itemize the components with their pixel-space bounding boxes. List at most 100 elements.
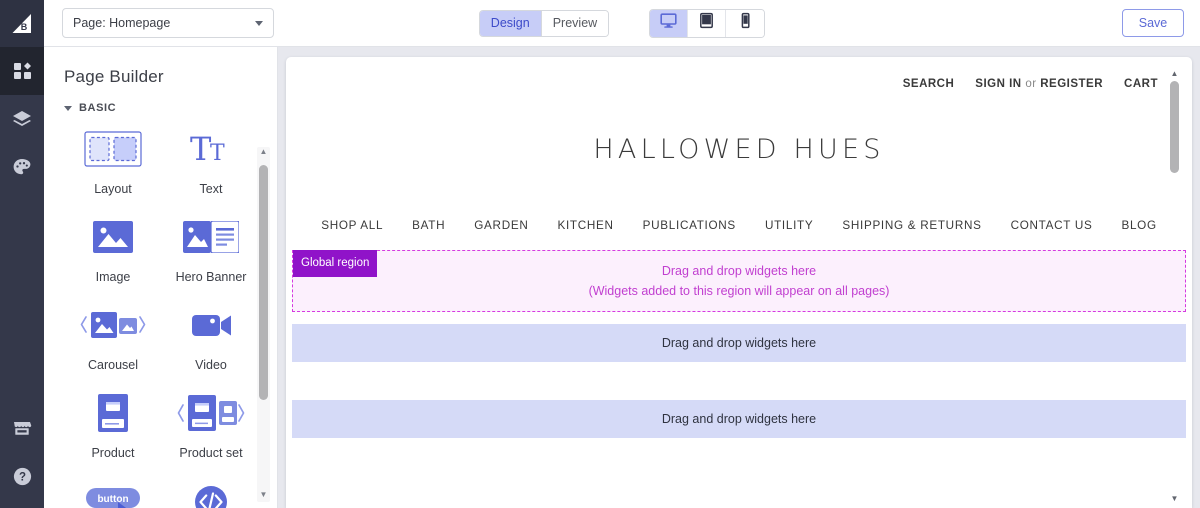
layout-columns-icon <box>84 124 142 174</box>
nav-item-shipping-returns[interactable]: SHIPPING & RETURNS <box>842 219 981 232</box>
top-toolbar: Page: Homepage Design Preview <box>44 0 1200 47</box>
region-spacer <box>286 312 1192 324</box>
rail-item-widgets[interactable] <box>0 47 44 95</box>
rail-item-help[interactable]: ? <box>0 452 44 500</box>
storefront-register-link[interactable]: REGISTER <box>1040 78 1103 90</box>
storefront-utility-nav: SEARCH SIGN IN or REGISTER CART <box>286 57 1192 90</box>
widget-item-video[interactable]: Video <box>162 300 260 372</box>
tab-preview[interactable]: Preview <box>542 11 608 36</box>
layers-icon <box>12 109 32 129</box>
svg-text:T: T <box>210 141 225 166</box>
storefront-main-nav: SHOP ALL BATH GARDEN KITCHEN PUBLICATION… <box>286 165 1192 250</box>
nav-item-garden[interactable]: GARDEN <box>474 219 528 232</box>
storefront-signin-link[interactable]: SIGN IN <box>975 78 1021 90</box>
widget-grid: Layout T T Text <box>64 124 260 508</box>
nav-item-shop-all[interactable]: SHOP ALL <box>321 219 383 232</box>
widget-item-product[interactable]: Product <box>64 388 162 460</box>
widget-label: Product <box>91 446 134 460</box>
scroll-down-arrow-icon[interactable]: ▼ <box>260 490 268 502</box>
main-column: Page: Homepage Design Preview <box>44 0 1200 508</box>
scrollbar-track[interactable] <box>1168 81 1181 494</box>
storefront-search-link[interactable]: SEARCH <box>903 78 955 90</box>
dropzone-2[interactable]: Drag and drop widgets here <box>292 400 1186 438</box>
widget-item-layout[interactable]: Layout <box>64 124 162 196</box>
widget-group-basic[interactable]: BASIC <box>64 99 277 124</box>
nav-item-publications[interactable]: PUBLICATIONS <box>643 219 736 232</box>
widget-item-image[interactable]: Image <box>64 212 162 284</box>
scrollbar-track[interactable] <box>257 159 270 490</box>
widget-item-text[interactable]: T T Text <box>162 124 260 196</box>
palette-icon <box>12 157 32 177</box>
widget-item-carousel[interactable]: Carousel <box>64 300 162 372</box>
widget-label: Hero Banner <box>176 270 247 284</box>
tablet-icon <box>698 12 715 34</box>
scroll-up-arrow-icon[interactable]: ▲ <box>260 147 268 159</box>
tab-design[interactable]: Design <box>480 11 542 36</box>
widget-label: Carousel <box>88 358 138 372</box>
svg-text:?: ? <box>18 471 25 483</box>
product-set-icon <box>175 388 247 438</box>
preview-canvas: SEARCH SIGN IN or REGISTER CART HALLOWED… <box>278 47 1200 508</box>
storefront-brand-title: HALLOWED HUES <box>286 90 1192 165</box>
global-region-dropzone[interactable]: Global region Drag and drop widgets here… <box>292 250 1186 312</box>
svg-text:button: button <box>97 494 128 505</box>
svg-text:B: B <box>21 22 28 32</box>
html-code-icon <box>191 476 231 508</box>
widget-panel: Page Builder BASIC <box>44 47 278 508</box>
widget-label: Image <box>96 270 131 284</box>
rail-item-theme-styles[interactable] <box>0 143 44 191</box>
text-tt-icon: T T <box>188 124 234 174</box>
workspace: Page Builder BASIC <box>44 47 1200 508</box>
storefront-cart-link[interactable]: CART <box>1124 78 1158 90</box>
nav-item-bath[interactable]: BATH <box>412 219 445 232</box>
nav-item-utility[interactable]: UTILITY <box>765 219 813 232</box>
image-icon <box>93 212 133 262</box>
mode-toggle: Design Preview <box>479 10 609 37</box>
nav-item-blog[interactable]: BLOG <box>1121 219 1156 232</box>
storefront-account-links: SIGN IN or REGISTER <box>975 78 1103 90</box>
device-toggle <box>649 9 765 38</box>
scroll-up-arrow-icon[interactable]: ▲ <box>1171 69 1179 81</box>
rail-item-storefront[interactable] <box>0 404 44 452</box>
widget-label: Product set <box>179 446 242 460</box>
chevron-down-icon <box>255 21 263 26</box>
widget-list-scroll-area: BASIC Layout <box>44 99 277 508</box>
page-select-dropdown[interactable]: Page: Homepage <box>62 8 274 38</box>
widget-item-html[interactable] <box>162 476 260 508</box>
device-mobile-button[interactable] <box>726 10 764 37</box>
left-icon-rail: B <box>0 0 44 508</box>
svg-text:T: T <box>190 130 212 168</box>
rail-item-layers[interactable] <box>0 95 44 143</box>
nav-item-kitchen[interactable]: KITCHEN <box>557 219 613 232</box>
device-tablet-button[interactable] <box>688 10 726 37</box>
global-region-line2: (Widgets added to this region will appea… <box>589 281 890 301</box>
hero-banner-icon <box>183 212 239 262</box>
region-spacer-white <box>286 362 1192 400</box>
widget-item-product-set[interactable]: Product set <box>162 388 260 460</box>
nav-item-contact-us[interactable]: CONTACT US <box>1011 219 1093 232</box>
widget-group-label: BASIC <box>79 102 116 114</box>
scrollbar-thumb[interactable] <box>1170 81 1179 173</box>
widget-panel-scrollbar[interactable]: ▲ ▼ <box>257 147 270 502</box>
desktop-icon <box>660 12 677 34</box>
scroll-down-arrow-icon[interactable]: ▼ <box>1171 494 1179 506</box>
bigcommerce-logo-icon[interactable]: B <box>0 0 44 47</box>
button-pill-icon: button <box>76 476 150 508</box>
dropzone-1[interactable]: Drag and drop widgets here <box>292 324 1186 362</box>
preview-scrollbar[interactable]: ▲ ▼ <box>1168 69 1181 506</box>
video-camera-icon <box>183 300 239 350</box>
mobile-icon <box>737 12 754 34</box>
scrollbar-thumb[interactable] <box>259 165 268 400</box>
save-button[interactable]: Save <box>1122 9 1184 37</box>
global-region-tag: Global region <box>293 250 377 277</box>
widget-item-button[interactable]: button <box>64 476 162 508</box>
device-desktop-button[interactable] <box>650 10 688 37</box>
storefront-preview: SEARCH SIGN IN or REGISTER CART HALLOWED… <box>286 57 1192 508</box>
widget-item-hero-banner[interactable]: Hero Banner <box>162 212 260 284</box>
help-circle-icon: ? <box>12 466 33 487</box>
widget-label: Text <box>200 182 223 196</box>
store-icon <box>12 418 32 438</box>
storefront-or-text: or <box>1025 78 1036 90</box>
carousel-icon <box>79 300 147 350</box>
widget-label: Layout <box>94 182 132 196</box>
